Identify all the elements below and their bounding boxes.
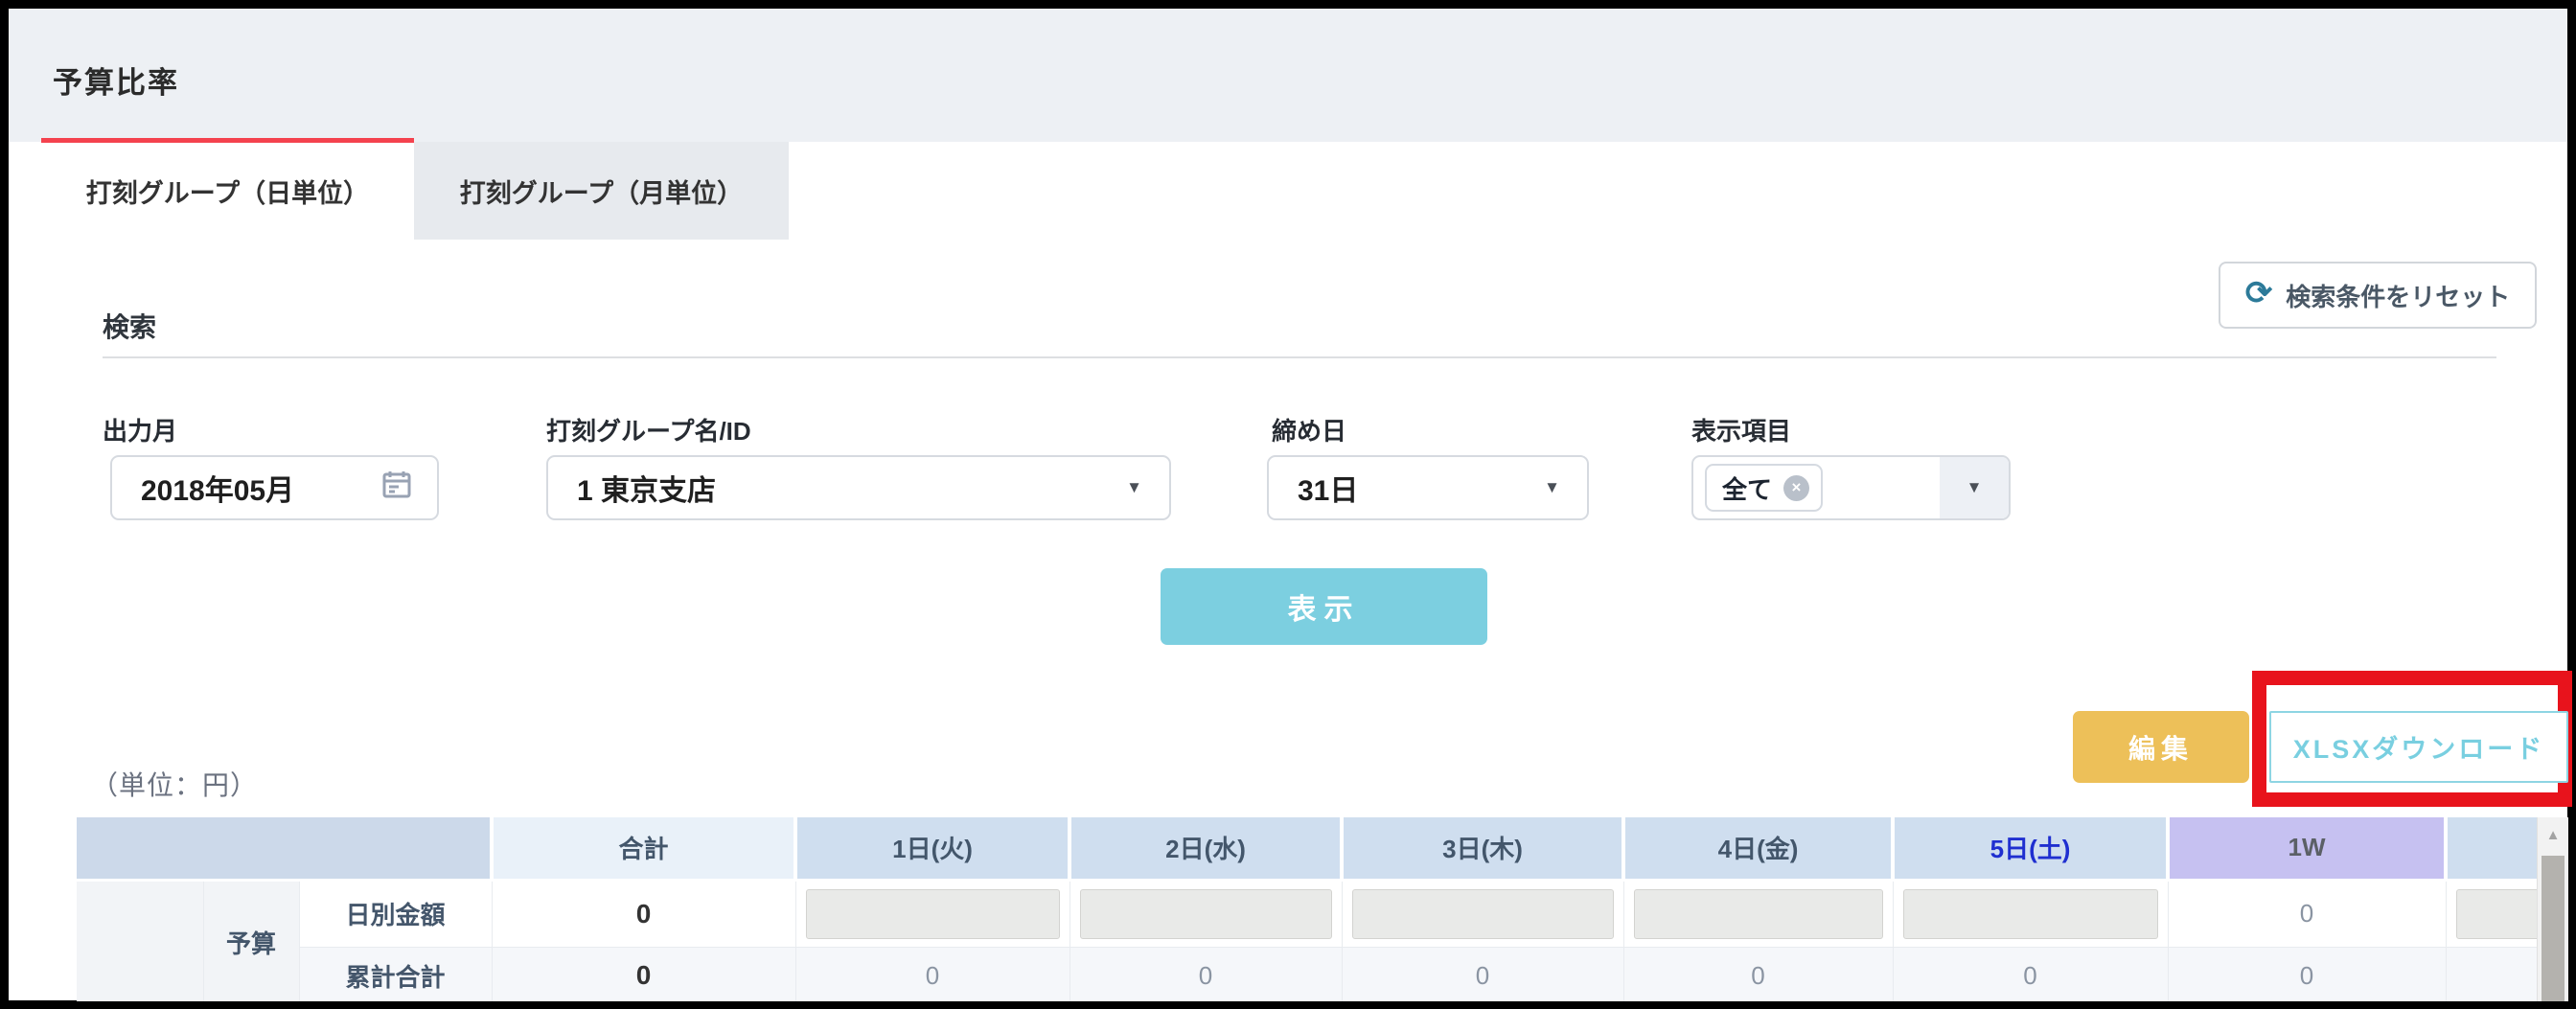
day-value: 0 (1342, 947, 1623, 1001)
refresh-icon: ⟳ (2245, 277, 2273, 310)
time-group-label: 打刻グループ名/ID (546, 412, 751, 447)
calendar-icon (380, 467, 414, 509)
page-title: 予算比率 (53, 58, 179, 102)
closing-day-value: 31日 (1298, 467, 1358, 509)
day-input-cell (795, 880, 1070, 947)
scrollbar-thumb[interactable] (2542, 856, 2564, 1001)
day-input-cell (1342, 880, 1623, 947)
output-month-label: 出力月 (103, 412, 177, 447)
display-items-label: 表示項目 (1691, 412, 1791, 447)
budget-input-disabled (1080, 889, 1332, 939)
tab-label: 打刻グループ（月単位） (460, 172, 743, 210)
chevron-down-icon: ▼ (1544, 478, 1560, 497)
closing-day-label: 締め日 (1272, 412, 1346, 447)
output-month-input[interactable]: 2018年05月 (110, 455, 439, 520)
chevron-down-icon: ▼ (1126, 478, 1142, 497)
chevron-down-icon[interactable]: ▼ (1940, 457, 2009, 518)
table-row-daily-amount: 予算 日別金額 0 0 (77, 880, 2568, 947)
header-empty-cell (77, 817, 492, 880)
header-day-5-saturday: 5日(土) (1893, 817, 2168, 880)
budget-input-disabled (1352, 889, 1614, 939)
total-value: 0 (492, 947, 795, 1001)
xlsx-download-button[interactable]: XLSXダウンロード (2269, 711, 2568, 783)
output-month-value: 2018年05月 (141, 467, 294, 509)
closing-day-select[interactable]: 31日 ▼ (1267, 455, 1589, 520)
day-value: 0 (795, 947, 1070, 1001)
day-value: 0 (1070, 947, 1342, 1001)
show-button[interactable]: 表示 (1161, 568, 1487, 645)
table-row-cumulative-total: 累計合計 0 0 0 0 0 0 0 (77, 947, 2568, 1001)
table-vertical-scrollbar[interactable]: ▲ (2537, 817, 2568, 1001)
header-day-4: 4日(金) (1623, 817, 1893, 880)
budget-table: 合計 1日(火) 2日(水) 3日(木) 4日(金) 5日(土) 1W 予算 日… (77, 817, 2568, 1001)
time-group-select[interactable]: 1 東京支店 ▼ (546, 455, 1171, 520)
chip-label: 全て (1722, 470, 1772, 506)
day-value: 0 (1893, 947, 2168, 1001)
empty-cell (77, 880, 203, 1001)
section-divider (103, 356, 2496, 358)
budget-input-disabled (1903, 889, 2158, 939)
week-value: 0 (2168, 947, 2446, 1001)
week-value: 0 (2168, 880, 2446, 947)
day-value: 0 (1623, 947, 1893, 1001)
budget-input-disabled (1634, 889, 1883, 939)
tab-time-group-daily[interactable]: 打刻グループ（日単位） (41, 138, 414, 240)
tab-label: 打刻グループ（日単位） (86, 172, 369, 210)
budget-table-container: 合計 1日(火) 2日(水) 3日(木) 4日(金) 5日(土) 1W 予算 日… (77, 817, 2568, 1001)
search-heading: 検索 (103, 307, 156, 345)
header-week-1w: 1W (2168, 817, 2446, 880)
reset-search-label: 検索条件をリセット (2286, 278, 2510, 313)
time-group-value: 1 東京支店 (577, 467, 716, 509)
reset-search-button[interactable]: ⟳ 検索条件をリセット (2219, 262, 2537, 329)
tab-time-group-monthly[interactable]: 打刻グループ（月単位） (414, 142, 789, 240)
display-items-multiselect[interactable]: ▼ 全て × (1691, 455, 2011, 520)
day-input-cell (1623, 880, 1893, 947)
row-group-label: 予算 (203, 880, 299, 1001)
header-total: 合計 (492, 817, 795, 880)
selected-item-chip: 全て × (1705, 464, 1823, 512)
day-input-cell (1070, 880, 1342, 947)
header-day-3: 3日(木) (1342, 817, 1623, 880)
edit-button[interactable]: 編集 (2073, 711, 2249, 783)
table-header-row: 合計 1日(火) 2日(水) 3日(木) 4日(金) 5日(土) 1W (77, 817, 2568, 880)
budget-input-disabled (806, 889, 1060, 939)
remove-chip-icon[interactable]: × (1783, 475, 1809, 501)
header-day-2: 2日(水) (1070, 817, 1342, 880)
total-value: 0 (492, 880, 795, 947)
unit-note: （単位：円） (91, 765, 258, 803)
budget-ratio-page: 予算比率 打刻グループ（日単位） 打刻グループ（月単位） 検索 ⟳ 検索条件をリ… (0, 0, 2576, 1009)
row-label: 累計合計 (299, 947, 492, 1001)
row-label: 日別金額 (299, 880, 492, 947)
scrollbar-up-arrow-icon[interactable]: ▲ (2538, 817, 2568, 852)
header-day-1: 1日(火) (795, 817, 1070, 880)
page-header-strip: 予算比率 (9, 9, 2567, 142)
day-input-cell (1893, 880, 2168, 947)
